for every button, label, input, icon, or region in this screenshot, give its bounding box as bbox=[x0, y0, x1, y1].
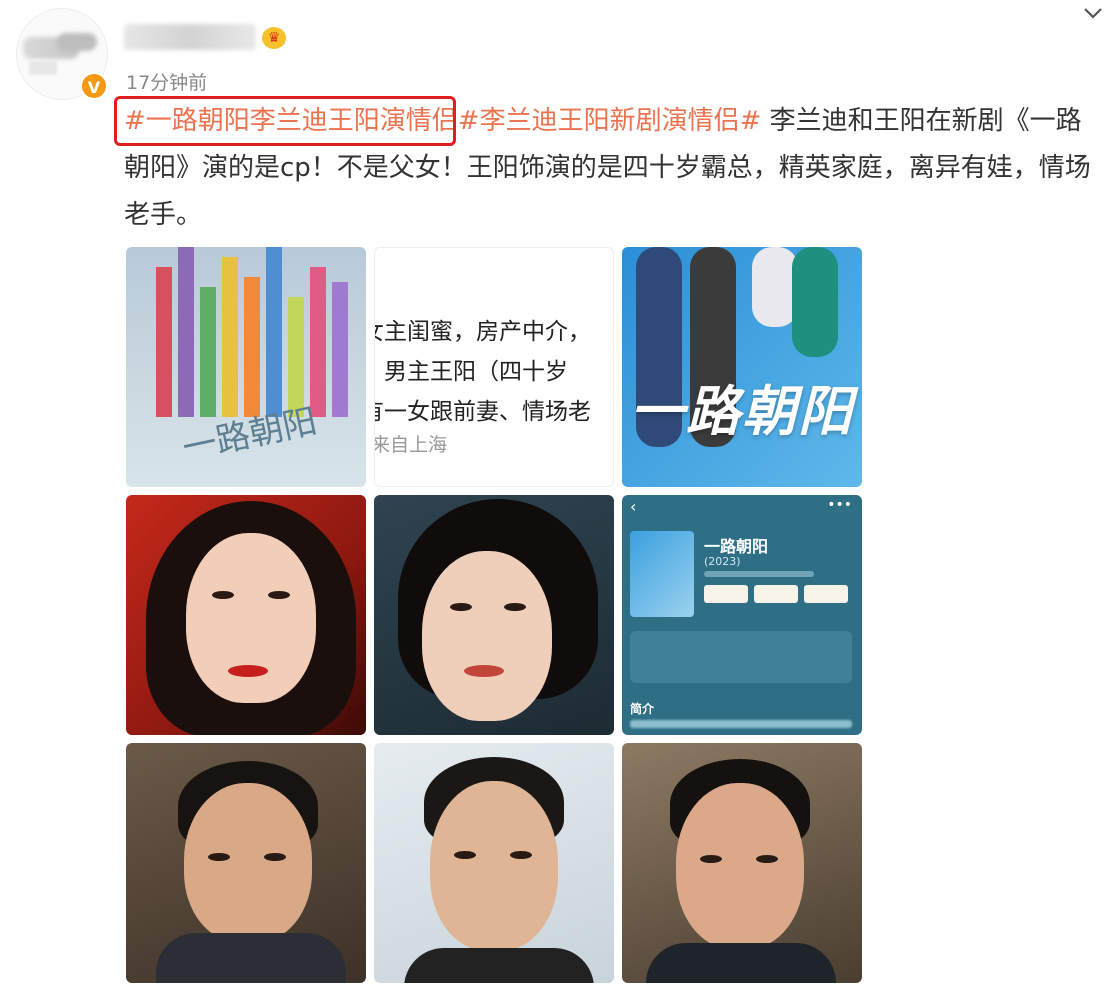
crop-text-line: 有一女跟前妻、情场老 bbox=[374, 399, 591, 425]
topic-tag-2[interactable]: #李兰迪王阳新剧演情侣# bbox=[458, 106, 762, 136]
post-timestamp[interactable]: 17分钟前 bbox=[126, 68, 207, 95]
poster-shape bbox=[266, 247, 282, 417]
image-portrait-actor-1[interactable] bbox=[126, 743, 366, 983]
app-card-button bbox=[704, 585, 748, 603]
portrait-shape bbox=[676, 783, 804, 949]
crop-source: 来自上海 bbox=[374, 434, 448, 456]
app-card-panel bbox=[630, 631, 852, 683]
poster-shape bbox=[792, 247, 838, 357]
back-icon: ‹ bbox=[630, 497, 637, 516]
highlight-box bbox=[114, 96, 456, 146]
portrait-shape bbox=[156, 933, 346, 983]
poster-shape bbox=[222, 257, 238, 417]
portrait-shape bbox=[454, 851, 476, 859]
image-portrait-actress-2[interactable] bbox=[374, 495, 614, 735]
app-card-button bbox=[804, 585, 848, 603]
avatar-blur bbox=[29, 61, 57, 75]
crop-text-line: ，男主王阳（四十岁 bbox=[374, 359, 568, 385]
more-icon: ••• bbox=[827, 497, 852, 513]
image-poster-2[interactable]: 一路朝阳 bbox=[622, 247, 862, 487]
app-card-button bbox=[754, 585, 798, 603]
image-portrait-actor-2[interactable] bbox=[374, 743, 614, 983]
portrait-shape bbox=[756, 855, 778, 863]
portrait-shape bbox=[404, 948, 594, 983]
app-card-meta bbox=[704, 571, 814, 577]
portrait-shape bbox=[510, 851, 532, 859]
image-poster-1[interactable]: 一路朝阳 bbox=[126, 247, 366, 487]
portrait-shape bbox=[184, 783, 312, 943]
poster-shape bbox=[310, 267, 326, 417]
poster-shape bbox=[156, 267, 172, 417]
app-card-year: (2023) bbox=[704, 555, 741, 568]
username-redacted[interactable] bbox=[124, 24, 256, 50]
portrait-shape bbox=[422, 551, 552, 721]
portrait-shape bbox=[208, 853, 230, 861]
crop-text-line: 女主闺蜜，房产中介， bbox=[374, 319, 591, 345]
portrait-shape bbox=[228, 665, 268, 677]
portrait-shape bbox=[212, 591, 234, 599]
app-card-blurred-text bbox=[630, 720, 852, 728]
image-portrait-actor-3[interactable] bbox=[622, 743, 862, 983]
image-portrait-actress-1[interactable] bbox=[126, 495, 366, 735]
image-text-crop[interactable]: 女主闺蜜，房产中介， ，男主王阳（四十岁 有一女跟前妻、情场老 来自上海 bbox=[374, 247, 614, 487]
app-card-intro: 简介 bbox=[630, 702, 655, 716]
portrait-shape bbox=[268, 591, 290, 599]
poster-shape bbox=[332, 282, 348, 417]
app-card-title: 一路朝阳 bbox=[704, 537, 769, 556]
poster-shape bbox=[244, 277, 260, 417]
avatar-blur bbox=[57, 33, 97, 51]
portrait-shape bbox=[646, 943, 836, 983]
portrait-shape bbox=[264, 853, 286, 861]
portrait-shape bbox=[430, 781, 558, 951]
image-app-screenshot[interactable]: ‹ ••• 一路朝阳 (2023) 简介 bbox=[622, 495, 862, 735]
app-thumbnail bbox=[630, 531, 694, 617]
poster-shape bbox=[178, 247, 194, 417]
poster-shape bbox=[200, 287, 216, 417]
poster-title: 一路朝阳 bbox=[630, 380, 854, 443]
portrait-shape bbox=[504, 603, 526, 611]
portrait-shape bbox=[700, 855, 722, 863]
app-header: ‹ ••• bbox=[622, 495, 862, 521]
chevron-down-icon[interactable] bbox=[1082, 2, 1104, 24]
verified-badge-icon: V bbox=[80, 72, 108, 100]
portrait-shape bbox=[186, 533, 316, 703]
portrait-shape bbox=[464, 665, 504, 677]
portrait-shape bbox=[450, 603, 472, 611]
vip-crown-icon: ♛ bbox=[262, 27, 286, 49]
